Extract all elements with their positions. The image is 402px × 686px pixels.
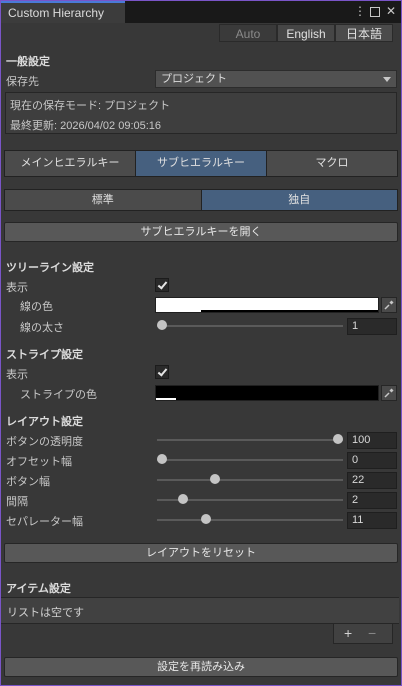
stripe-color-alpha-bar [156,398,176,400]
language-selector: Auto English 日本語 [219,24,393,42]
tree-line-heading: ツリーライン設定 [6,262,94,274]
window-controls: ⋮ ✕ [354,4,396,19]
slider-thumb[interactable] [333,434,343,444]
spacing-input[interactable]: 2 [347,492,397,509]
save-location-value: プロジェクト [161,73,227,85]
items-list: リストは空です [1,597,399,624]
lang-japanese-button[interactable]: 日本語 [335,24,393,42]
stripe-color-eyedropper[interactable] [381,385,397,401]
title-bar: Custom Hierarchy ⋮ ✕ [1,1,401,23]
window-title: Custom Hierarchy [8,6,105,20]
reload-settings-button[interactable]: 設定を再読み込み [4,657,398,677]
line-color-eyedropper[interactable] [381,297,397,313]
slider-track [157,439,343,441]
stripe-color-field[interactable] [155,385,379,401]
offset-input[interactable]: 0 [347,452,397,469]
mode-tabs: 標準 独自 [4,189,398,211]
stripe-display-checkbox[interactable] [155,365,169,379]
separator-width-input[interactable]: 11 [347,512,397,529]
items-empty-text: リストは空です [7,607,84,619]
slider-thumb[interactable] [209,474,220,484]
tree-line-display-checkbox[interactable] [155,278,169,292]
last-updated-text: 最終更新: 2026/04/02 09:05:16 [10,120,162,132]
opacity-input[interactable]: 100 [347,432,397,449]
close-icon[interactable]: ✕ [386,4,396,19]
maximize-icon[interactable] [370,7,380,17]
open-sub-hierarchy-button[interactable]: サブヒエラルキーを開く [4,222,398,242]
opacity-slider[interactable] [157,434,343,446]
separator-width-slider[interactable] [157,514,343,526]
stripe-color-label: ストライプの色 [20,389,97,401]
line-color-field[interactable] [155,297,379,313]
slider-track [157,519,343,521]
save-info-box: 現在の保存モード: プロジェクト 最終更新: 2026/04/02 09:05:… [5,92,397,134]
slider-track [157,325,343,327]
layout-label-button-width: ボタン幅 [6,476,50,488]
button-width-slider[interactable] [157,474,343,486]
save-location-label: 保存先 [6,76,39,88]
eyedropper-icon [384,388,394,398]
current-mode-text: 現在の保存モード: プロジェクト [10,100,171,112]
slider-thumb[interactable] [157,454,167,464]
line-color-alpha-bar [156,310,201,312]
lang-english-button[interactable]: English [277,24,335,42]
slider-track [157,479,343,481]
hierarchy-tabs: メインヒエラルキー サブヒエラルキー マクロ [4,150,398,177]
kebab-icon[interactable]: ⋮ [354,4,366,19]
line-thickness-slider[interactable] [157,320,343,332]
tab-sub-hierarchy[interactable]: サブヒエラルキー [136,151,267,176]
chevron-down-icon [383,77,391,82]
layout-label-opacity: ボタンの透明度 [6,436,83,448]
tab-standard[interactable]: 標準 [5,190,201,210]
slider-thumb[interactable] [178,494,189,504]
lang-auto-button[interactable]: Auto [219,24,277,42]
slider-track [157,459,343,461]
spacing-slider[interactable] [157,494,343,506]
eyedropper-icon [384,300,394,310]
offset-slider[interactable] [157,454,343,466]
tab-main-hierarchy[interactable]: メインヒエラルキー [5,151,136,176]
slider-thumb[interactable] [201,514,211,524]
save-location-dropdown[interactable]: プロジェクト [155,70,397,88]
minus-icon[interactable]: − [368,625,376,641]
layout-label-spacing: 間隔 [6,496,28,508]
layout-label-separator-width: セパレーター幅 [6,516,83,528]
layout-heading: レイアウト設定 [6,416,83,428]
tab-macro[interactable]: マクロ [267,151,397,176]
slider-thumb[interactable] [157,320,167,330]
window-tab[interactable]: Custom Hierarchy [1,1,125,23]
stripe-display-label: 表示 [6,369,28,381]
line-thickness-label: 線の太さ [20,322,64,334]
plus-icon[interactable]: + [344,625,352,641]
button-width-input[interactable]: 22 [347,472,397,489]
items-heading: アイテム設定 [6,583,71,595]
line-color-alpha-bg [201,310,378,312]
layout-label-offset: オフセット幅 [6,456,72,468]
line-color-label: 線の色 [20,301,53,313]
tab-custom[interactable]: 独自 [200,190,397,210]
list-controls: + − [333,624,393,644]
general-heading: 一般設定 [6,56,50,68]
tree-line-display-label: 表示 [6,282,28,294]
stripe-heading: ストライプ設定 [6,349,83,361]
line-thickness-input[interactable]: 1 [347,318,397,335]
reset-layout-button[interactable]: レイアウトをリセット [4,543,398,563]
